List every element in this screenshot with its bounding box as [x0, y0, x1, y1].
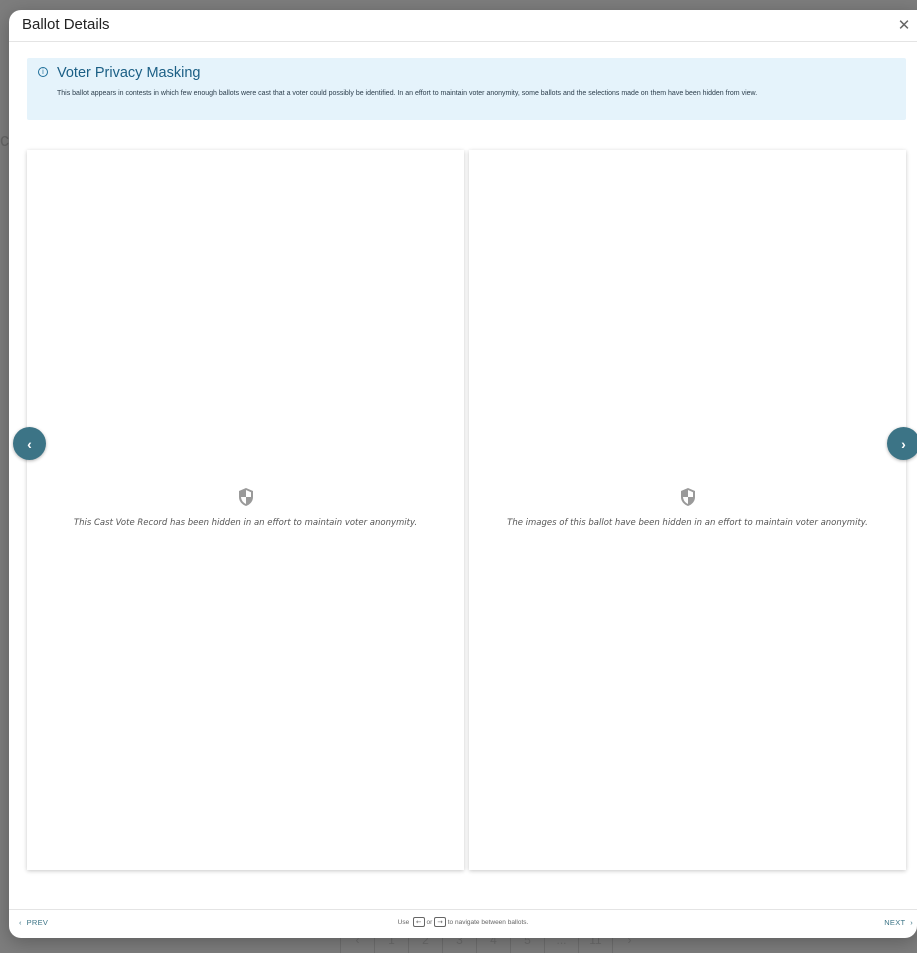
next-label: NEXT: [884, 918, 906, 927]
panel-content: The images of this ballot have been hidd…: [469, 487, 906, 528]
banner-title: Voter Privacy Masking: [57, 65, 201, 81]
ballot-details-modal: Ballot Details ✕ i Voter Privacy Masking…: [9, 10, 917, 938]
next-ballot-arrow-button[interactable]: ›: [887, 427, 917, 460]
chevron-right-icon: ›: [905, 918, 913, 927]
close-icon[interactable]: ✕: [897, 18, 911, 33]
chevron-right-icon: ›: [901, 435, 906, 452]
next-button[interactable]: NEXT ›: [884, 918, 913, 927]
hidden-cvr-message: This Cast Vote Record has been hidden in…: [73, 518, 418, 528]
hidden-images-message: The images of this ballot have been hidd…: [507, 518, 868, 528]
ballot-images-panel: The images of this ballot have been hidd…: [469, 150, 906, 870]
hint-use: Use: [397, 919, 410, 926]
banner-text: This ballot appears in contests in which…: [57, 90, 758, 97]
privacy-banner: i Voter Privacy Masking This ballot appe…: [27, 58, 906, 120]
left-arrow-key: ←: [413, 917, 425, 927]
info-icon: i: [38, 67, 48, 77]
right-arrow-key: →: [434, 917, 446, 927]
shield-icon: [680, 488, 695, 506]
cast-vote-record-panel: This Cast Vote Record has been hidden in…: [27, 150, 464, 870]
chevron-left-icon: ‹: [27, 435, 32, 452]
hint-or: or: [426, 919, 433, 926]
keyboard-hint: Use ← or → to navigate between ballots.: [9, 917, 917, 927]
hint-tail: to navigate between ballots.: [447, 919, 529, 926]
modal-title: Ballot Details: [22, 16, 110, 33]
shield-icon: [238, 488, 253, 506]
panel-content: This Cast Vote Record has been hidden in…: [27, 487, 464, 528]
previous-ballot-arrow-button[interactable]: ‹: [13, 427, 46, 460]
modal-footer: ‹ PREV Use ← or → to navigate between ballo…: [9, 909, 917, 938]
modal-header: Ballot Details ✕: [9, 10, 917, 42]
